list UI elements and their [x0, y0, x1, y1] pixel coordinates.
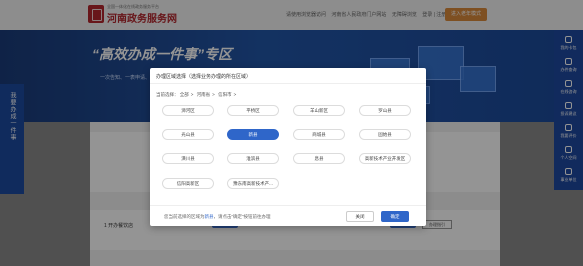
region-chip[interactable]: 罗山县: [359, 105, 411, 116]
region-chip[interactable]: 淮滨县: [227, 153, 279, 164]
dialog-title: 办理区域选择（选择业务办理的所在区域）: [156, 74, 252, 80]
close-button[interactable]: 关闭: [346, 211, 374, 222]
region-chip[interactable]: 光山县: [162, 129, 214, 140]
region-chip[interactable]: 固始县: [359, 129, 411, 140]
region-chip[interactable]: 商城县: [293, 129, 345, 140]
confirm-button[interactable]: 确定: [381, 211, 409, 222]
region-select-dialog: 办理区域选择（选择业务办理的所在区域） 当前选择： 全部 > 河南省 > 信阳市 > …: [150, 68, 426, 226]
region-chip[interactable]: 豫东南高新技术产...: [227, 178, 279, 189]
dialog-header: 办理区域选择（选择业务办理的所在区域）: [150, 68, 426, 84]
region-chip[interactable]: 潢川县: [162, 153, 214, 164]
breadcrumb-item-city[interactable]: 信阳市: [218, 92, 232, 97]
region-chip[interactable]: 平桥区: [227, 105, 279, 116]
region-chip[interactable]: 高新技术产业开发区: [359, 153, 411, 164]
breadcrumb-item-province[interactable]: 河南省: [197, 92, 211, 97]
dialog-footer: 您当前选择的区域为新县，请点击“确定”按钮前往办理 关闭 确定: [150, 205, 426, 226]
selected-region: 新县: [204, 214, 214, 219]
breadcrumb-item-all[interactable]: 全部: [180, 92, 189, 97]
region-chip[interactable]: 信阳高新区: [162, 178, 214, 189]
breadcrumb: 当前选择： 全部 > 河南省 > 信阳市 >: [156, 92, 237, 97]
breadcrumb-label: 当前选择：: [156, 92, 179, 97]
region-chip-selected[interactable]: 新县: [227, 129, 279, 140]
selection-note: 您当前选择的区域为新县，请点击“确定”按钮前往办理: [164, 214, 271, 219]
region-chip[interactable]: 息县: [293, 153, 345, 164]
region-chip[interactable]: 羊山新区: [293, 105, 345, 116]
region-chip[interactable]: 浉河区: [162, 105, 214, 116]
